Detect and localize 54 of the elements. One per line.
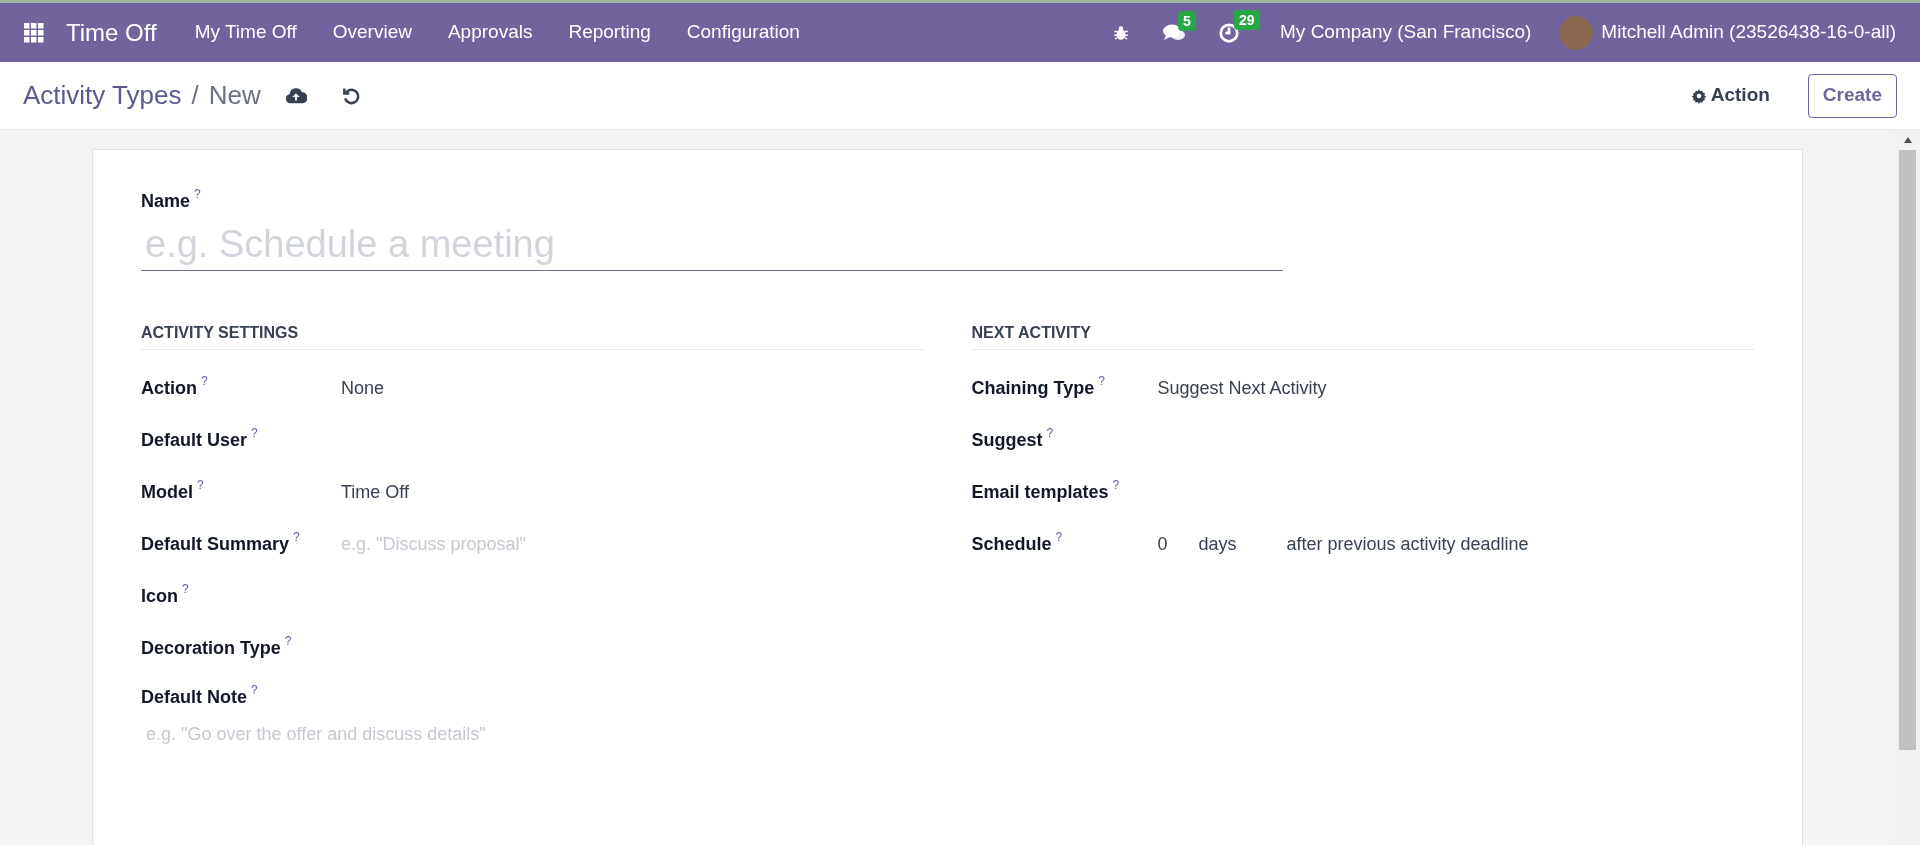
help-tooltip-mark[interactable]: ? (194, 188, 201, 200)
field-label: Default Summary (141, 532, 290, 556)
delay-from[interactable]: after previous activity deadline (1286, 530, 1529, 558)
gear-icon (1690, 87, 1707, 104)
breadcrumb-text: / (191, 79, 199, 112)
help-tooltip-mark[interactable]: ? (293, 530, 300, 543)
cloud-upload-icon[interactable] (284, 86, 307, 105)
breadcrumb-link[interactable]: Activity Types (23, 76, 182, 115)
field-label: Default User (141, 428, 248, 452)
help-tooltip-mark[interactable]: ? (197, 478, 204, 491)
menu-item[interactable]: My Time Off (176, 18, 315, 47)
scroll-up-icon[interactable] (1902, 136, 1913, 144)
section-heading: ACTIVITY SETTINGS (141, 321, 924, 350)
bug-icon[interactable] (1112, 23, 1131, 42)
field-label: Action (141, 376, 197, 400)
field-value[interactable]: Time Off (341, 481, 409, 502)
scrollbar[interactable] (1895, 130, 1920, 845)
field-value[interactable]: Suggest Next Activity (1157, 377, 1327, 398)
app-name[interactable]: Time Off (66, 14, 157, 51)
field-label: Decoration Type (141, 636, 281, 660)
section-heading: NEXT ACTIVITY (971, 321, 1754, 350)
menu-item[interactable]: Reporting (550, 18, 669, 47)
field-value[interactable]: None (341, 377, 385, 398)
field-label: Email templates (971, 480, 1109, 504)
field-label: Icon (141, 584, 178, 608)
menu-item[interactable]: Overview (314, 18, 430, 47)
field-label: Name (141, 190, 191, 213)
help-tooltip-mark[interactable]: ? (1098, 374, 1105, 387)
help-tooltip-mark[interactable]: ? (201, 374, 208, 387)
company-switcher[interactable]: My Company (San Francisco) (1280, 18, 1532, 47)
field-label: Model (141, 480, 193, 504)
menu-item[interactable]: Configuration (668, 18, 818, 47)
breadcrumb-text: New (208, 79, 261, 112)
count-badge: 5 (1178, 10, 1196, 31)
field-label: Schedule (971, 532, 1052, 556)
count-badge: 29 (1234, 9, 1260, 30)
help-tooltip-mark[interactable]: ? (1046, 426, 1054, 439)
help-tooltip-mark[interactable]: ? (284, 634, 292, 647)
field-label: Default Note (141, 686, 247, 709)
field-label: Suggest (971, 428, 1043, 452)
help-tooltip-mark[interactable]: ? (182, 582, 189, 595)
help-tooltip-mark[interactable]: ? (1055, 530, 1063, 543)
action-menu-button[interactable]: Action (1690, 81, 1770, 110)
clock-icon[interactable] (1218, 21, 1241, 44)
delay-unit[interactable]: days (1198, 530, 1287, 558)
field-label: Chaining Type (971, 376, 1095, 400)
app-grid-icon[interactable] (24, 22, 44, 43)
menu-item[interactable]: Approvals (429, 18, 551, 47)
user-menu[interactable]: Mitchell Admin (23526438-16-0-all) (1601, 18, 1896, 47)
help-tooltip-mark[interactable]: ? (251, 684, 258, 696)
help-tooltip-mark[interactable]: ? (251, 426, 258, 439)
create-button[interactable]: Create (1807, 73, 1897, 118)
delay-count[interactable]: 0 (1157, 530, 1199, 558)
help-tooltip-mark[interactable]: ? (1112, 478, 1120, 491)
